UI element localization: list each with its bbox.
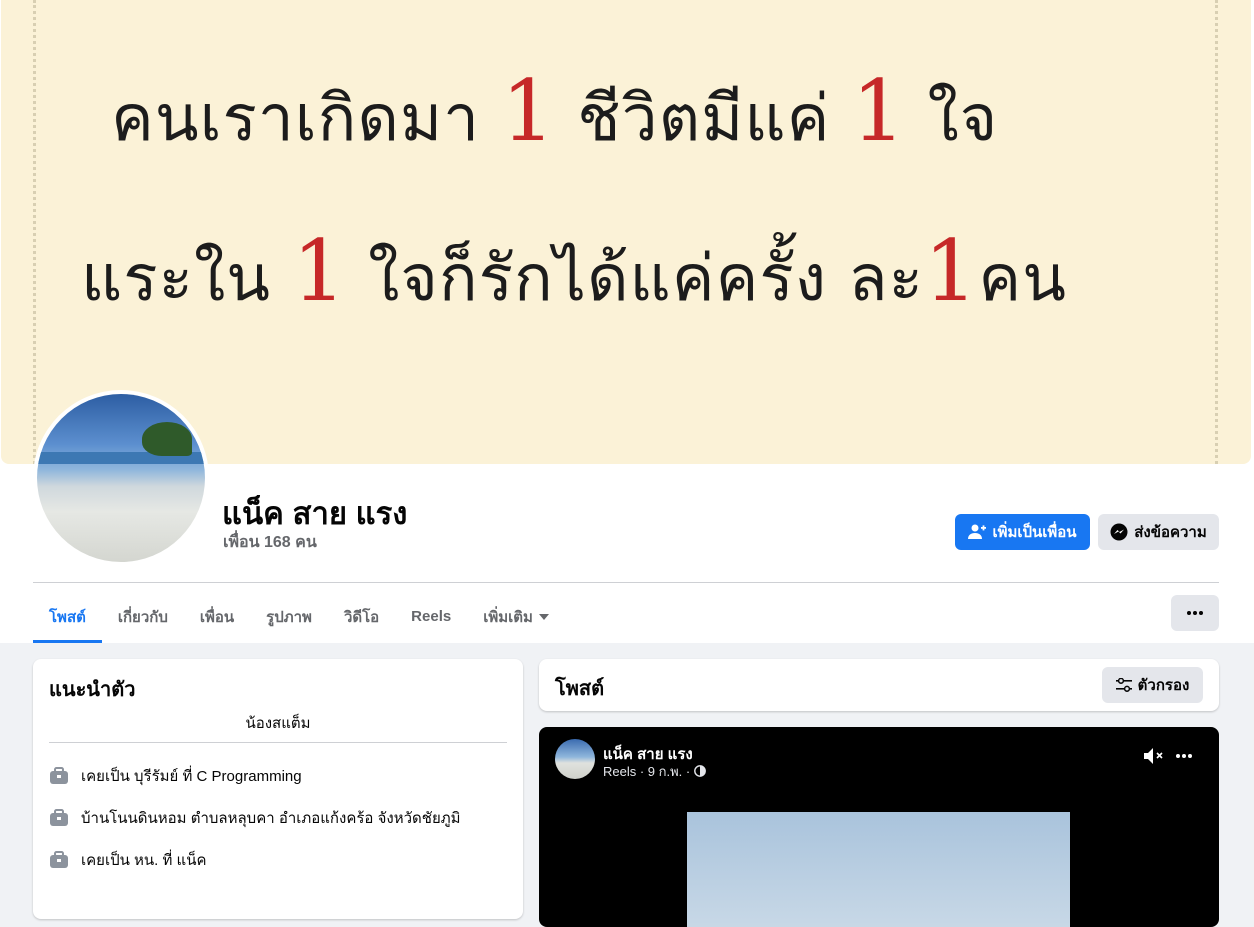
ellipsis-icon	[1176, 754, 1192, 758]
intro-item-label: เคยเป็น บุรีรัมย์ ที่ C Programming	[81, 768, 302, 785]
intro-item-label: เคยเป็น หน. ที่ แน็ค	[81, 852, 207, 869]
post-options-button[interactable]	[1175, 747, 1193, 770]
intro-divider	[49, 742, 507, 743]
mute-button[interactable]	[1143, 747, 1165, 770]
avatar-image	[37, 394, 205, 562]
add-friend-label: เพิ่มเป็นเพื่อน	[992, 524, 1077, 541]
tab-photos[interactable]: รูปภาพ	[250, 590, 328, 643]
tab-friends[interactable]: เพื่อน	[184, 590, 250, 643]
cover-text-line-2: แระใน 1 ใจก็รักได้แค่ครั้ง ละ1คน	[81, 222, 1067, 320]
tab-about[interactable]: เกี่ยวกับ	[102, 590, 184, 643]
briefcase-icon	[50, 809, 68, 826]
send-message-button[interactable]: ส่งข้อความ	[1098, 514, 1219, 550]
post-author-avatar[interactable]	[555, 739, 595, 779]
send-message-label: ส่งข้อความ	[1134, 524, 1207, 541]
profile-avatar[interactable]	[33, 390, 209, 566]
tab-more[interactable]: เพิ่มเติม	[467, 590, 565, 643]
header-divider	[33, 582, 1219, 583]
briefcase-icon	[50, 851, 68, 868]
tab-videos[interactable]: วิดีโอ	[328, 590, 395, 643]
profile-header: คนเราเกิดมา 1 ชีวิตมีแค่ 1 ใจ แระใน 1 ใจ…	[0, 0, 1254, 643]
posts-title: โพสต์	[555, 678, 605, 700]
messenger-icon	[1110, 523, 1128, 541]
tab-reels[interactable]: Reels	[395, 590, 467, 643]
friend-count-link[interactable]: เพื่อน 168 คน	[223, 530, 317, 555]
profile-tabs: โพสต์ เกี่ยวกับ เพื่อน รูปภาพ วิดีโอ Ree…	[33, 590, 565, 643]
intro-item-hometown: บ้านโนนดินหอม ตำบลหลุบคา อำเภอแก้งคร้อ จ…	[49, 806, 461, 830]
tab-posts[interactable]: โพสต์	[33, 590, 102, 643]
filter-button[interactable]: ตัวกรอง	[1102, 667, 1203, 703]
intro-title: แนะนำตัว	[49, 679, 136, 701]
intro-card: แนะนำตัว น้องสแต็ม เคยเป็น บุรีรัมย์ ที่…	[33, 659, 523, 919]
reel-post-card[interactable]: แน็ค สาย แรง Reels · 9 ก.พ. ·	[539, 727, 1219, 927]
caret-down-icon	[538, 613, 549, 620]
posts-header-card: โพสต์ ตัวกรอง	[539, 659, 1219, 711]
cover-border-left	[33, 0, 36, 464]
speaker-muted-icon	[1144, 748, 1163, 764]
intro-item-label: บ้านโนนดินหอม ตำบลหลุบคา อำเภอแก้งคร้อ จ…	[81, 810, 461, 827]
reel-video-preview[interactable]	[687, 812, 1070, 927]
cover-border-right	[1215, 0, 1218, 464]
post-meta-text[interactable]: Reels · 9 ก.พ. ·	[603, 764, 690, 779]
ellipsis-icon	[1187, 611, 1203, 615]
intro-bio: น้องสแต็ม	[245, 715, 311, 732]
intro-item-work-2: เคยเป็น หน. ที่ แน็ค	[49, 848, 207, 872]
post-meta: Reels · 9 ก.พ. ·	[603, 761, 706, 782]
globe-icon	[693, 765, 706, 777]
briefcase-icon	[50, 767, 68, 784]
intro-item-work: เคยเป็น บุรีรัมย์ ที่ C Programming	[49, 764, 302, 788]
cover-photo[interactable]: คนเราเกิดมา 1 ชีวิตมีแค่ 1 ใจ แระใน 1 ใจ…	[1, 0, 1251, 464]
filter-label: ตัวกรอง	[1137, 677, 1190, 694]
filter-icon	[1115, 678, 1132, 692]
add-friend-icon	[968, 524, 987, 539]
more-options-button[interactable]	[1171, 595, 1219, 631]
add-friend-button[interactable]: เพิ่มเป็นเพื่อน	[955, 514, 1090, 550]
cover-text-line-1: คนเราเกิดมา 1 ชีวิตมีแค่ 1 ใจ	[111, 62, 999, 160]
